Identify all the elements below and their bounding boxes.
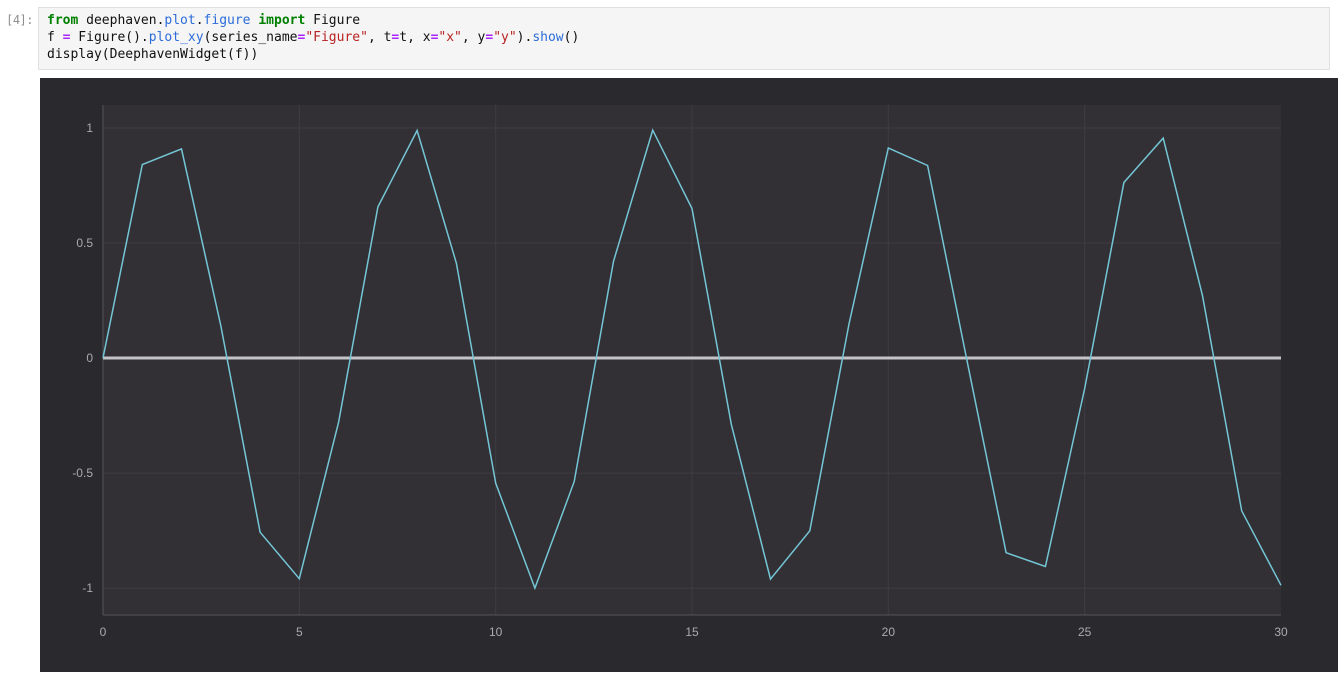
code-token-pl: . <box>195 13 204 28</box>
x-tick-label: 10 <box>489 625 503 639</box>
execution-count: [4]: <box>6 13 33 27</box>
code-token-pl: deephaven. <box>78 13 165 28</box>
code-cell[interactable]: from deephaven.plot.figure import Figure… <box>38 7 1330 70</box>
code-token-prop: figure <box>203 13 251 28</box>
x-tick-label: 15 <box>685 625 699 639</box>
code-editor[interactable]: from deephaven.plot.figure import Figure… <box>47 12 1329 63</box>
code-token-str: "Figure" <box>305 30 368 45</box>
y-tick-label: 0 <box>86 351 93 365</box>
y-tick-label: -0.5 <box>72 466 93 480</box>
y-tick-label: -1 <box>82 581 93 595</box>
y-tick-label: 0.5 <box>76 236 93 250</box>
y-tick-label: 1 <box>86 121 93 135</box>
code-token-kw: import <box>258 13 306 28</box>
code-token-pl: , y <box>461 30 486 45</box>
line-chart[interactable]: 0 5 10 15 20 25 30 -1 -0.5 0 0.5 1 <box>40 78 1338 672</box>
code-token-kw: from <box>47 13 79 28</box>
notebook-page: [4]: from deephaven.plot.figure import F… <box>0 0 1338 682</box>
code-token-pl: display(DeephavenWidget(f)) <box>47 47 259 62</box>
code-token-pl: Figure(). <box>70 30 149 45</box>
code-token-prop: show <box>532 30 564 45</box>
code-token-pl: t, x <box>399 30 431 45</box>
code-token-pl: , t <box>367 30 392 45</box>
x-tick-label: 0 <box>100 625 107 639</box>
deephaven-chart-widget[interactable]: 0 5 10 15 20 25 30 -1 -0.5 0 0.5 1 <box>40 78 1338 672</box>
x-tick-label: 5 <box>296 625 303 639</box>
code-token-pl: () <box>563 30 580 45</box>
x-tick-label: 30 <box>1274 625 1288 639</box>
code-token-prop: plot <box>164 13 196 28</box>
x-tick-label: 25 <box>1078 625 1092 639</box>
code-token-str: "x" <box>438 30 462 45</box>
code-token-pl: (series_name <box>203 30 298 45</box>
code-token-op: = <box>485 30 494 45</box>
code-token-str: "y" <box>493 30 517 45</box>
code-token-prop: plot_xy <box>148 30 204 45</box>
code-token-pl: f <box>47 30 63 45</box>
x-tick-label: 20 <box>882 625 896 639</box>
code-token-pl: ). <box>516 30 533 45</box>
code-token-pl: Figure <box>305 13 361 28</box>
